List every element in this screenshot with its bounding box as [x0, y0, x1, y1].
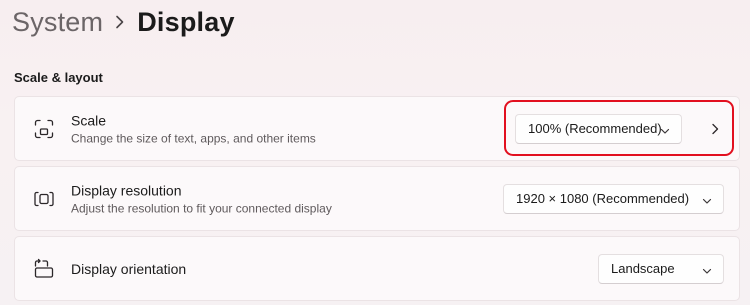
setting-scale-description: Change the size of text, apps, and other… — [71, 131, 316, 145]
setting-scale[interactable]: Scale Change the size of text, apps, and… — [14, 96, 740, 161]
chevron-down-icon — [702, 194, 712, 204]
display-orientation-icon — [33, 258, 55, 280]
setting-display-resolution-title: Display resolution — [71, 182, 182, 198]
chevron-down-icon — [702, 264, 712, 274]
setting-display-resolution: Display resolution Adjust the resolution… — [14, 166, 740, 231]
section-title-scale-layout: Scale & layout — [14, 70, 103, 85]
setting-display-resolution-description: Adjust the resolution to fit your connec… — [71, 201, 332, 215]
setting-scale-title: Scale — [71, 112, 107, 128]
scale-dropdown[interactable]: 100% (Recommended) — [515, 113, 682, 144]
setting-display-orientation-title: Display orientation — [71, 260, 187, 277]
display-orientation-dropdown-value: Landscape — [611, 261, 675, 276]
display-resolution-dropdown-value: 1920 × 1080 (Recommended) — [516, 191, 690, 206]
scale-dropdown-value: 100% (Recommended) — [528, 121, 662, 136]
breadcrumb: System Display — [12, 2, 235, 42]
setting-display-orientation: Display orientation Landscape — [14, 236, 740, 301]
scale-expand-chevron-icon[interactable] — [707, 121, 723, 137]
page-title: Display — [137, 6, 235, 37]
display-resolution-icon — [33, 188, 55, 210]
breadcrumb-system-link[interactable]: System — [12, 7, 103, 38]
display-resolution-dropdown[interactable]: 1920 × 1080 (Recommended) — [503, 183, 724, 214]
display-orientation-dropdown[interactable]: Landscape — [598, 253, 724, 284]
scale-icon — [33, 118, 55, 140]
chevron-right-icon — [103, 2, 137, 42]
chevron-down-icon — [660, 124, 670, 134]
